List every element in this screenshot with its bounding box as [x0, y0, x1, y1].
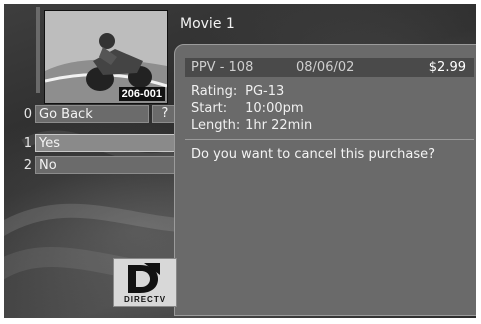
- go-back-number: 0: [23, 107, 32, 122]
- start-label: Start:: [191, 101, 228, 116]
- length-row: Length: 1hr 22min: [191, 118, 312, 133]
- directv-logo: DIRECTV: [113, 258, 177, 307]
- no-number: 2: [23, 158, 32, 173]
- movie-title: Movie 1: [180, 16, 235, 32]
- purchase-date: 08/06/02: [296, 60, 355, 75]
- no-button[interactable]: No: [35, 156, 178, 174]
- rating-value: PG-13: [245, 84, 285, 99]
- ppv-channel: PPV - 108: [191, 60, 254, 75]
- purchase-price: $2.99: [428, 60, 466, 75]
- logo-wordmark: DIRECTV: [123, 295, 167, 304]
- rating-label: Rating:: [191, 84, 238, 99]
- start-value: 10:00pm: [245, 101, 304, 116]
- directv-d-icon: [128, 263, 160, 293]
- channel-code-badge: 206-001: [118, 87, 165, 101]
- panel-divider: [185, 139, 474, 140]
- start-row: Start: 10:00pm: [191, 101, 304, 116]
- screen: 206-001 Movie 1 0 Go Back ? 1 Yes 2 No P…: [4, 4, 476, 318]
- length-value: 1hr 22min: [245, 118, 313, 133]
- yes-number: 1: [23, 136, 32, 151]
- cancel-question: Do you want to cancel this purchase?: [191, 147, 436, 162]
- yes-button[interactable]: Yes: [35, 134, 178, 152]
- rating-row: Rating: PG-13: [191, 84, 284, 99]
- go-back-button[interactable]: Go Back: [35, 105, 149, 123]
- movie-thumbnail: 206-001: [44, 10, 168, 104]
- length-label: Length:: [191, 118, 241, 133]
- left-accent-bar: [36, 7, 40, 93]
- purchase-header: PPV - 108 08/06/02 $2.99: [185, 58, 474, 77]
- purchase-info-panel: PPV - 108 08/06/02 $2.99 Rating: PG-13 S…: [174, 44, 476, 316]
